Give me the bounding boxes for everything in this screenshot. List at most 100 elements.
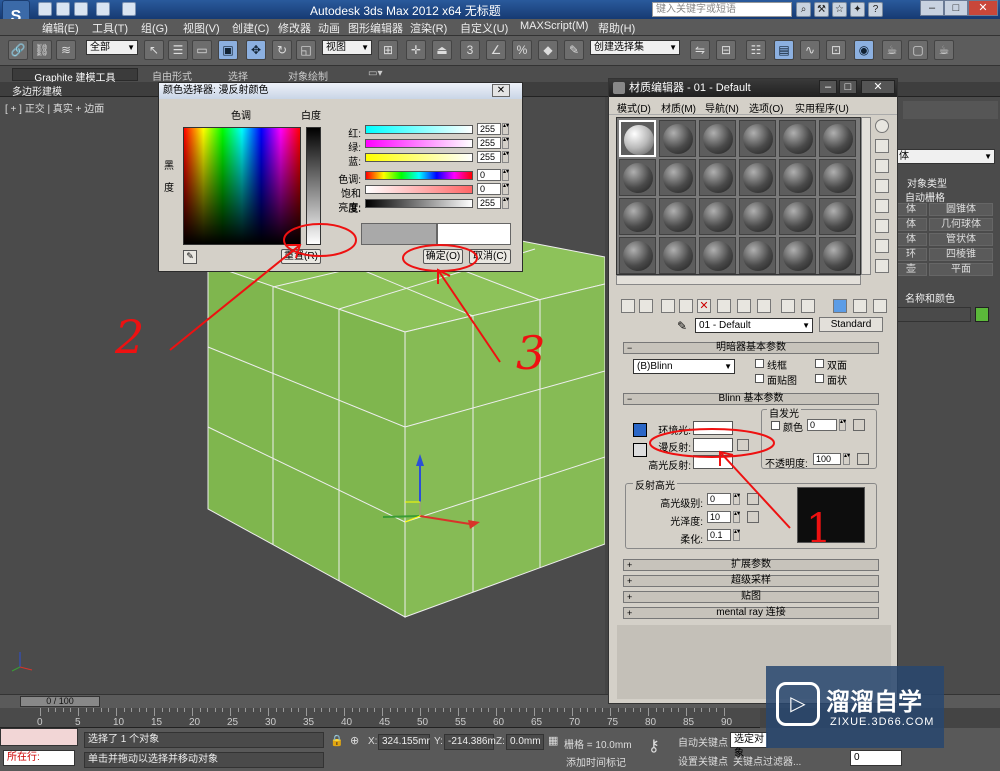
material-slot[interactable] (699, 120, 736, 157)
set-key-button[interactable]: 设置关键点 (678, 753, 728, 768)
cmd-btn-2[interactable]: 体 (895, 218, 927, 231)
material-editor-icon[interactable]: ◉ (854, 40, 874, 60)
blue-slider[interactable] (365, 153, 473, 162)
search-icon[interactable]: ⌕ (796, 2, 811, 17)
add-time-tag[interactable]: 添加时间标记 (566, 754, 626, 769)
blue-value[interactable]: 255 (477, 151, 501, 163)
material-slot[interactable] (779, 237, 816, 274)
object-category-dropdown[interactable]: 体 (895, 149, 995, 164)
hue-value[interactable]: 0 (477, 169, 501, 181)
material-slot[interactable] (819, 198, 856, 235)
menu-maxscript[interactable]: MAXScript(M) (520, 20, 588, 32)
value-spinner[interactable]: ▴▾ (502, 197, 509, 209)
material-slot[interactable] (619, 198, 656, 235)
y-coordinate[interactable]: -214.386m (444, 734, 496, 750)
opacity-value[interactable]: 100 (813, 453, 841, 465)
tab-selection[interactable]: 选择 (220, 68, 256, 83)
get-material-icon[interactable] (621, 299, 635, 313)
options-icon[interactable] (875, 239, 889, 253)
diffuse-map-button[interactable] (737, 439, 749, 451)
select-rotate-icon[interactable]: ↻ (272, 40, 292, 60)
eyedropper-icon[interactable]: ✎ (183, 250, 197, 264)
ok-button[interactable]: 确定(O) (423, 249, 463, 264)
edit-named-selection-icon[interactable]: ✎ (564, 40, 584, 60)
specular-swatch[interactable] (693, 455, 733, 469)
select-object-icon[interactable]: ↖ (144, 40, 164, 60)
selection-filter-dropdown[interactable]: 全部 (86, 40, 138, 55)
help-icon[interactable]: ? (868, 2, 883, 17)
object-color-swatch[interactable] (975, 307, 989, 322)
glossiness-spinner[interactable]: ▴▾ (733, 511, 740, 523)
mat-maximize-button[interactable]: □ (839, 80, 857, 94)
slots-vscroll[interactable] (861, 117, 871, 275)
cancel-button[interactable]: 取消(C) (469, 249, 511, 264)
whiteness-bar[interactable] (306, 127, 321, 245)
green-value[interactable]: 255 (477, 137, 501, 149)
self-illum-color-checkbox[interactable] (771, 421, 780, 430)
close-button[interactable]: ✕ (968, 0, 998, 16)
two-sided-checkbox[interactable] (815, 359, 824, 368)
material-slot[interactable] (819, 237, 856, 274)
save-file-icon[interactable] (74, 2, 88, 16)
rect-selection-icon[interactable]: ▭ (192, 40, 212, 60)
key-filters-button[interactable]: 关键点过滤器... (733, 753, 801, 768)
x-coordinate[interactable]: 324.155mr (378, 734, 430, 750)
cmd-btn-4[interactable]: 环 (895, 248, 927, 261)
green-slider[interactable] (365, 139, 473, 148)
self-illum-spinner[interactable]: ▴▾ (839, 419, 846, 431)
auto-key-button[interactable]: 自动关键点 (678, 734, 728, 749)
snaps-toggle-icon[interactable]: 3 (460, 40, 480, 60)
tab-object-paint[interactable]: 对象绘制 (280, 68, 336, 83)
shader-rollout[interactable]: − 明暗器基本参数 (623, 342, 879, 354)
angle-snap-icon[interactable]: ∠ (486, 40, 506, 60)
tab-graphite[interactable]: Graphite 建模工具 (12, 68, 138, 84)
material-slot[interactable] (699, 198, 736, 235)
open-file-icon[interactable] (56, 2, 70, 16)
lock-ambient-icon[interactable] (633, 423, 647, 437)
spec-level-value[interactable]: 0 (707, 493, 731, 505)
material-slot[interactable] (659, 198, 696, 235)
soften-value[interactable]: 0.1 (707, 529, 731, 541)
saturation-spinner[interactable]: ▴▾ (502, 183, 509, 195)
curve-editor-icon[interactable]: ∿ (800, 40, 820, 60)
keyboard-shortcut-icon[interactable]: ⏏ (432, 40, 452, 60)
blinn-rollout[interactable]: − Blinn 基本参数 (623, 393, 879, 405)
material-map-nav-icon[interactable] (873, 299, 887, 313)
cmd-btn-plane[interactable]: 平面 (929, 263, 993, 276)
hue-slider[interactable] (365, 171, 473, 180)
assign-material-icon[interactable] (661, 299, 675, 313)
menu-group[interactable]: 组(G) (141, 20, 168, 36)
layer-manager-icon[interactable]: ☷ (746, 40, 766, 60)
mat-menu-navigation[interactable]: 导航(N) (705, 100, 739, 115)
absolute-mode-icon[interactable]: ⊕ (350, 734, 359, 747)
put-to-scene-icon[interactable] (639, 299, 653, 313)
favorites-icon[interactable]: ✦ (850, 2, 865, 17)
mat-minimize-button[interactable]: – (819, 80, 837, 94)
go-forward-icon[interactable] (853, 299, 867, 313)
backlight-icon[interactable] (875, 139, 889, 153)
material-slot[interactable] (659, 159, 696, 196)
saturation-value[interactable]: 0 (477, 183, 501, 195)
menu-help[interactable]: 帮助(H) (598, 20, 635, 36)
reference-coord-dropdown[interactable]: 视图 (322, 40, 372, 55)
communication-icon[interactable]: ☆ (832, 2, 847, 17)
pick-material-icon[interactable]: ✎ (677, 319, 687, 333)
spec-level-spinner[interactable]: ▴▾ (733, 493, 740, 505)
restore-button[interactable]: □ (944, 0, 968, 16)
new-file-icon[interactable] (38, 2, 52, 16)
command-panel-tabs[interactable] (903, 101, 998, 119)
glossiness-value[interactable]: 10 (707, 511, 731, 523)
cmd-btn-geosphere[interactable]: 几何球体 (929, 218, 993, 231)
current-frame-field[interactable]: 0 (850, 750, 902, 766)
spec-level-map-button[interactable] (747, 493, 759, 505)
material-slot[interactable] (699, 159, 736, 196)
menu-create[interactable]: 创建(C) (232, 20, 269, 36)
window-crossing-icon[interactable]: ▣ (218, 40, 238, 60)
redo-icon[interactable] (122, 2, 136, 16)
material-slot[interactable] (739, 198, 776, 235)
extended-params-rollout[interactable]: + 扩展参数 (623, 559, 879, 571)
material-slot[interactable] (819, 120, 856, 157)
track-bar[interactable]: 0 5 10 15 20 25 30 35 40 45 50 55 60 65 70 75 80 85 90 (0, 708, 760, 728)
menu-views[interactable]: 视图(V) (183, 20, 220, 36)
value-slider[interactable] (365, 199, 473, 208)
